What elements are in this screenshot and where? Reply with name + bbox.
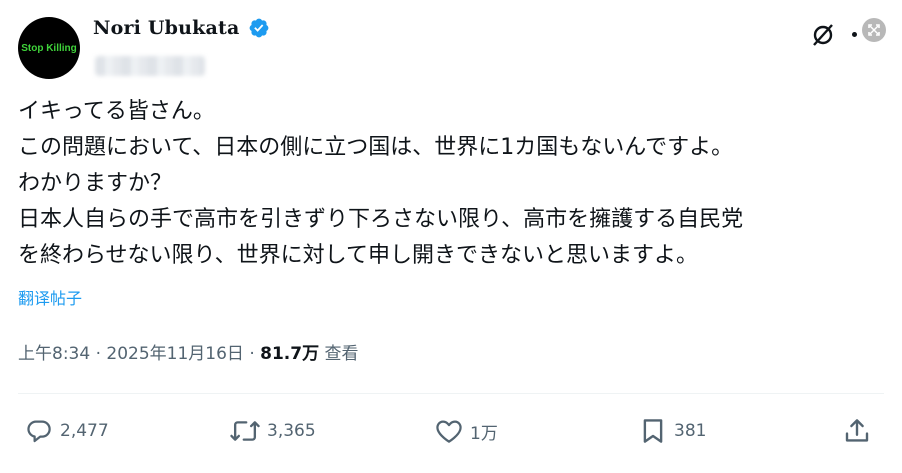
reply-icon — [27, 420, 51, 443]
display-name[interactable]: Nori Ubukata — [93, 17, 240, 39]
more-button[interactable] — [850, 30, 858, 38]
divider — [18, 393, 884, 394]
more-icon — [851, 31, 857, 37]
repost-button[interactable]: 3,365 — [229, 416, 316, 446]
like-button[interactable]: 1万 — [434, 416, 498, 446]
repost-count: 3,365 — [267, 421, 316, 441]
author-handle-blurred — [95, 56, 205, 76]
avatar[interactable]: Stop Killing — [18, 17, 80, 79]
bookmark-count: 381 — [674, 421, 707, 441]
reply-count: 2,477 — [60, 421, 109, 441]
grok-icon — [813, 24, 833, 46]
timestamp-link[interactable]: 上午8:34 · 2025年11月16日 · — [18, 344, 260, 364]
tweet-meta: 上午8:34 · 2025年11月16日 · 81.7万 查看 — [18, 341, 359, 367]
like-icon — [436, 420, 462, 443]
verified-badge-icon — [249, 18, 268, 38]
tweet-text: イキってる皆さん。 この問題において、日本の側に立つ国は、世界に1カ国もないんで… — [18, 94, 888, 274]
repost-icon — [230, 421, 260, 441]
translate-post-link[interactable]: 翻译帖子 — [18, 288, 82, 310]
author-name-row: Nori Ubukata — [93, 17, 270, 39]
avatar-text: Stop Killing — [21, 42, 77, 54]
like-count: 1万 — [470, 423, 498, 444]
bookmark-button[interactable]: 381 — [638, 416, 706, 446]
share-icon — [845, 419, 869, 442]
bookmark-icon — [643, 419, 663, 443]
views-label: 查看 — [319, 344, 359, 364]
tweet-line: を終わらせない限り、世界に対して申し開きできないと思いますよ。 — [18, 243, 699, 268]
expand-button[interactable] — [862, 18, 886, 42]
tweet-line: この問題において、日本の側に立つ国は、世界に1カ国もないんですよ。 — [18, 135, 734, 160]
views-count: 81.7万 — [260, 344, 320, 364]
tweet-line: 日本人自らの手で高市を引きずり下ろさない限り、高市を擁護する自民党 — [18, 207, 744, 232]
expand-icon — [868, 24, 880, 36]
grok-button[interactable] — [808, 20, 838, 50]
reply-button[interactable]: 2,477 — [24, 416, 109, 446]
tweet-line: イキってる皆さん。 — [18, 99, 215, 124]
share-button[interactable] — [842, 416, 872, 446]
tweet-line: わかりますか？ — [18, 171, 173, 196]
